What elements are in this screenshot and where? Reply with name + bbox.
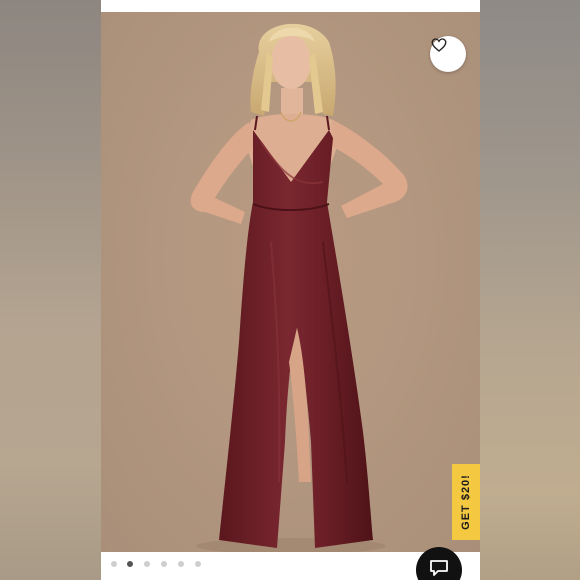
blurred-background-right — [479, 0, 580, 580]
promo-tab[interactable]: GET $20! — [452, 464, 480, 540]
carousel-dot[interactable] — [111, 561, 117, 567]
favorite-button[interactable] — [430, 36, 466, 72]
heart-outline-icon — [431, 38, 447, 52]
carousel-dot[interactable] — [195, 561, 201, 567]
product-photo[interactable]: GET $20! — [101, 12, 480, 552]
model-illustration — [190, 23, 408, 552]
carousel-dot[interactable] — [144, 561, 150, 567]
app-screen: GET $20! — [101, 0, 480, 580]
carousel-dot-active[interactable] — [127, 561, 133, 567]
promo-label: GET $20! — [460, 474, 472, 530]
carousel-dot[interactable] — [161, 561, 167, 567]
chat-bubble-icon — [430, 560, 448, 576]
top-bar — [101, 0, 480, 12]
carousel-dot[interactable] — [178, 561, 184, 567]
blurred-background-left — [0, 0, 101, 580]
